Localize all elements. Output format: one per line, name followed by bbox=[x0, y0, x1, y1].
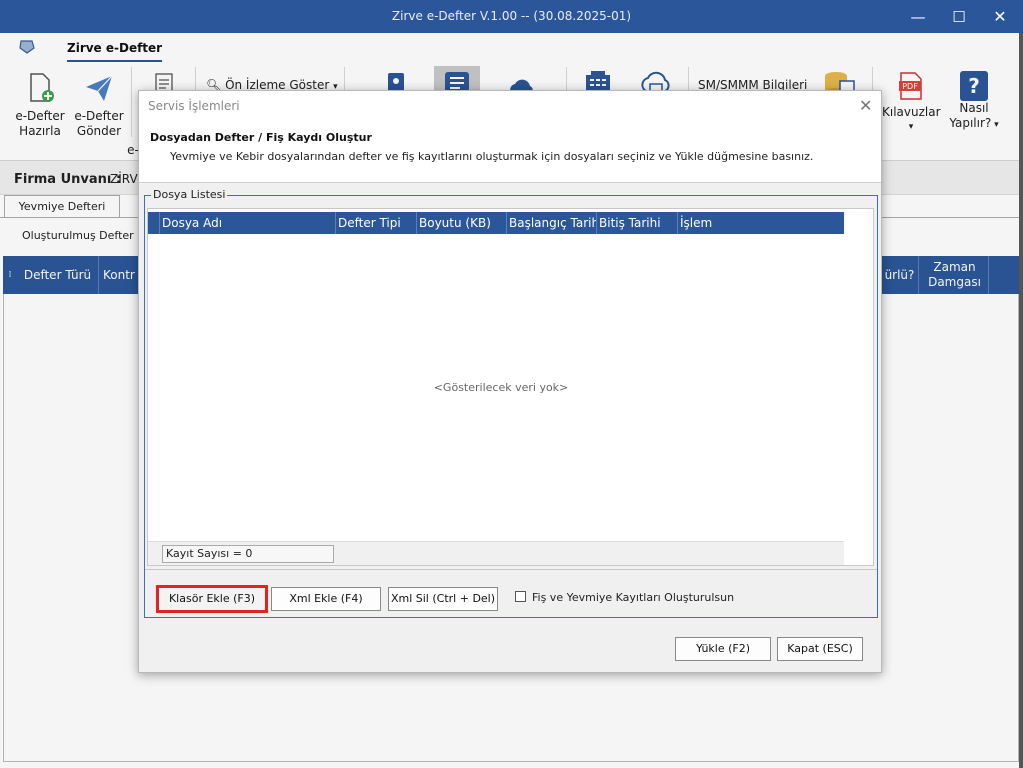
dialog-header: Dosyadan Defter / Fiş Kaydı Oluştur Yevm… bbox=[139, 121, 881, 183]
dialog-title: Servis İşlemleri bbox=[148, 99, 240, 113]
minimize-button[interactable]: — bbox=[898, 4, 938, 30]
dialog-title-bar: Servis İşlemleri ✕ bbox=[139, 91, 881, 121]
col-dosya-adi[interactable]: Dosya Adı bbox=[159, 212, 335, 234]
dialog-description: Yevmiye ve Kebir dosyalarından defter ve… bbox=[170, 150, 814, 163]
record-count: Kayıt Sayısı = 0 bbox=[162, 545, 334, 563]
dosya-listesi-group: Dosya Listesi Dosya Adı Defter Tipi Boyu… bbox=[144, 188, 878, 618]
list-vertical-scrollbar[interactable] bbox=[844, 209, 873, 565]
fis-yevmiye-checkbox[interactable] bbox=[515, 591, 526, 602]
list-footer: Kayıt Sayısı = 0 bbox=[148, 541, 844, 565]
kapat-button[interactable]: Kapat (ESC) bbox=[777, 637, 863, 661]
klasor-ekle-button[interactable]: Klasör Ekle (F3) bbox=[156, 585, 268, 613]
maximize-button[interactable]: ☐ bbox=[939, 4, 979, 30]
xml-ekle-button[interactable]: Xml Ekle (F4) bbox=[271, 587, 381, 611]
dialog-heading: Dosyadan Defter / Fiş Kaydı Oluştur bbox=[150, 131, 372, 144]
window-edge bbox=[1019, 33, 1023, 768]
col-boyutu[interactable]: Boyutu (KB) bbox=[416, 212, 506, 234]
yukle-button[interactable]: Yükle (F2) bbox=[675, 637, 771, 661]
xml-sil-button[interactable]: Xml Sil (Ctrl + Del) bbox=[388, 587, 498, 611]
dosya-listesi-legend: Dosya Listesi bbox=[151, 188, 228, 201]
fis-yevmiye-checkbox-label: Fiş ve Yevmiye Kayıtları Oluşturulsun bbox=[532, 591, 735, 604]
col-islem[interactable]: İşlem bbox=[677, 212, 844, 234]
servis-islemleri-dialog: Servis İşlemleri ✕ Dosyadan Defter / Fiş… bbox=[138, 90, 882, 673]
dosya-list-header: Dosya Adı Defter Tipi Boyutu (KB) Başlan… bbox=[148, 212, 844, 234]
title-bar: Zirve e-Defter V.1.00 -- (30.08.2025-01)… bbox=[0, 0, 1023, 33]
fis-yevmiye-checkbox-row[interactable]: Fiş ve Yevmiye Kayıtları Oluşturulsun bbox=[515, 591, 734, 604]
close-window-button[interactable]: ✕ bbox=[980, 4, 1020, 30]
dialog-close-icon[interactable]: ✕ bbox=[859, 96, 872, 115]
group-divider bbox=[145, 569, 877, 570]
col-bitis-tarihi[interactable]: Bitiş Tarihi bbox=[596, 212, 677, 234]
dosya-list[interactable]: Dosya Adı Defter Tipi Boyutu (KB) Başlan… bbox=[147, 208, 874, 566]
window-title: Zirve e-Defter V.1.00 -- (30.08.2025-01) bbox=[391, 9, 632, 23]
empty-list-message: <Gösterilecek veri yok> bbox=[433, 381, 569, 394]
col-baslangic-tarihi[interactable]: Başlangıç Tarihi bbox=[506, 212, 596, 234]
list-indicator-col bbox=[148, 212, 159, 234]
col-defter-tipi[interactable]: Defter Tipi bbox=[335, 212, 416, 234]
